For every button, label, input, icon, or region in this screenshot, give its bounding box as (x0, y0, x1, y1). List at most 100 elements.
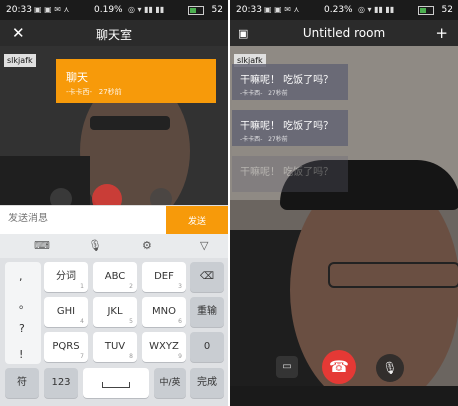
chat-message: 聊天 -卡卡西- 27秒前 (56, 59, 216, 103)
space-key[interactable] (83, 368, 149, 398)
done-key[interactable]: 完成 (190, 368, 224, 398)
status-bar: 20:33 ▣ ▣ ✉ ⋏ 0.19% ◎ ▾ ▮▮ ▮▮ 52 (0, 0, 228, 20)
mic-icon[interactable] (150, 188, 172, 205)
switch-camera-icon[interactable] (50, 188, 72, 205)
chat-message-meta: -卡卡西- 27秒前 (240, 90, 288, 97)
key-7[interactable]: PQRS 7 (44, 332, 88, 362)
key-6-label: MNO (152, 306, 176, 317)
video-chair (0, 156, 90, 205)
chevron-down-icon[interactable]: ▽ (200, 239, 208, 252)
punct-exclaim[interactable]: ! (19, 348, 23, 361)
key-4[interactable]: GHI 4 (44, 297, 88, 327)
status-bar: 20:33 ▣ ▣ ✉ ⋏ 0.23% ◎ ▾ ▮▮ ▮▮ 52 (230, 0, 458, 20)
keyboard: , 。 ? ! 分词 1 ABC 2 DEF 3 ⌫ GHI 4 JKL 5 MNO 6 重… (0, 258, 228, 406)
backspace-icon[interactable]: ⌫ (190, 262, 224, 292)
key-6-digit: 6 (178, 318, 182, 325)
right-phone-screen: 20:33 ▣ ▣ ✉ ⋏ 0.23% ◎ ▾ ▮▮ ▮▮ 52 ▣ Untit… (230, 0, 458, 406)
key-1[interactable]: 分词 1 (44, 262, 88, 292)
key-5[interactable]: JKL 5 (93, 297, 137, 327)
voice-icon[interactable]: 🎙 (88, 239, 102, 252)
chat-message-text: 干嘛呢！ 吃饭了吗？ (240, 75, 334, 86)
chat-message-meta: -卡卡西- 27秒前 (240, 136, 288, 143)
reset-key[interactable]: 重输 (190, 297, 224, 327)
chat-message: 干嘛呢！ 吃饭了吗？ -卡卡西- 27秒前 (232, 64, 348, 100)
key-1-label: 分词 (56, 271, 76, 282)
send-button[interactable]: 发送 (166, 206, 228, 234)
punct-comma[interactable]: , (19, 270, 23, 283)
chat-message-text: 聊天 (66, 71, 88, 84)
key-7-digit: 7 (80, 353, 84, 360)
image-icon: ▣ ▣ ✉ ⋏ (34, 5, 70, 14)
add-icon[interactable]: + (435, 24, 448, 42)
language-key[interactable]: 中/英 (154, 368, 186, 398)
nav-bar (230, 386, 458, 406)
chat-message-sender: 卡卡西 (68, 88, 90, 96)
mic-icon[interactable]: 🎙 (376, 354, 404, 382)
key-3-digit: 3 (178, 283, 182, 290)
video-glasses (328, 262, 458, 288)
data-rate: 0.23% (324, 5, 353, 15)
chat-message-meta: -卡卡西- 27秒前 (66, 88, 122, 96)
status-time: 20:33 (6, 5, 32, 15)
number-key[interactable]: 123 (44, 368, 78, 398)
key-3-label: DEF (154, 271, 174, 282)
left-phone-screen: 20:33 ▣ ▣ ✉ ⋏ 0.19% ◎ ▾ ▮▮ ▮▮ 52 ✕ 聊天室 s… (0, 0, 228, 406)
chat-message-time: 27秒前 (268, 90, 288, 97)
key-8[interactable]: TUV 8 (93, 332, 137, 362)
key-8-digit: 8 (129, 353, 133, 360)
key-2-digit: 2 (129, 283, 133, 290)
chat-message-sender: 卡卡西 (242, 136, 261, 143)
battery-level: 52 (441, 5, 453, 15)
chat-message: 干嘛呢！ 吃饭了吗？ (232, 156, 348, 192)
settings-icon[interactable]: ⚙ (142, 239, 152, 252)
key-1-digit: 1 (80, 283, 84, 290)
switch-camera-icon[interactable]: ▭ (276, 356, 298, 378)
video-view: slkjafk 聊天 -卡卡西- 27秒前 (0, 46, 228, 205)
key-5-digit: 5 (129, 318, 133, 325)
message-input-row: 发送 (0, 205, 228, 234)
key-9-label: WXYZ (149, 341, 179, 352)
keyboard-icon[interactable]: ⌨ (34, 239, 50, 252)
page-title: Untitled room (302, 26, 386, 40)
hangup-button[interactable]: ☎ (322, 350, 356, 384)
chat-message-time: 27秒前 (98, 88, 122, 96)
key-3[interactable]: DEF 3 (142, 262, 186, 292)
battery-level: 52 (211, 5, 223, 15)
key-5-label: JKL (107, 306, 123, 317)
key-6[interactable]: MNO 6 (142, 297, 186, 327)
key-8-label: TUV (104, 341, 126, 352)
punct-question[interactable]: ? (19, 322, 25, 335)
battery-icon (418, 6, 434, 15)
key-2-label: ABC (104, 271, 126, 282)
symbol-key[interactable]: 符 (5, 368, 39, 398)
chat-message-time: 27秒前 (268, 136, 288, 143)
punctuation-column[interactable]: , 。 ? ! (5, 262, 41, 364)
status-time: 20:33 (236, 5, 262, 15)
key-0[interactable]: 0 (190, 332, 224, 362)
keyboard-toolbar: ⌨ 🎙 ⚙ ▽ (0, 234, 228, 259)
chat-message-sender: 卡卡西 (242, 90, 261, 97)
data-rate: 0.19% (94, 5, 123, 15)
key-4-digit: 4 (80, 318, 84, 325)
key-9-digit: 9 (178, 353, 182, 360)
chat-message-text: 干嘛呢！ 吃饭了吗？ (240, 167, 334, 178)
key-9[interactable]: WXYZ 9 (142, 332, 186, 362)
call-controls: ▭ ☎ 🎙 (230, 346, 458, 386)
signal-icon: ◎ ▾ ▮▮ ▮▮ (358, 5, 395, 14)
page-title: 聊天室 (95, 28, 132, 42)
signal-icon: ◎ ▾ ▮▮ ▮▮ (128, 5, 165, 14)
image-icon: ▣ ▣ ✉ ⋏ (264, 5, 300, 14)
chat-message: 干嘛呢！ 吃饭了吗？ -卡卡西- 27秒前 (232, 110, 348, 146)
video-glasses (90, 116, 170, 130)
battery-icon (188, 6, 204, 15)
key-2[interactable]: ABC 2 (93, 262, 137, 292)
room-header: ▣ Untitled room + (230, 20, 458, 46)
key-4-label: GHI (56, 306, 76, 317)
key-7-label: PQRS (52, 341, 80, 352)
space-icon (102, 382, 130, 388)
punct-period[interactable]: 。 (19, 296, 30, 312)
peer-name-tag: slkjafk (4, 54, 36, 67)
message-input[interactable] (8, 213, 158, 224)
chat-header: ✕ 聊天室 (0, 20, 228, 46)
chat-message-text: 干嘛呢！ 吃饭了吗？ (240, 121, 334, 132)
